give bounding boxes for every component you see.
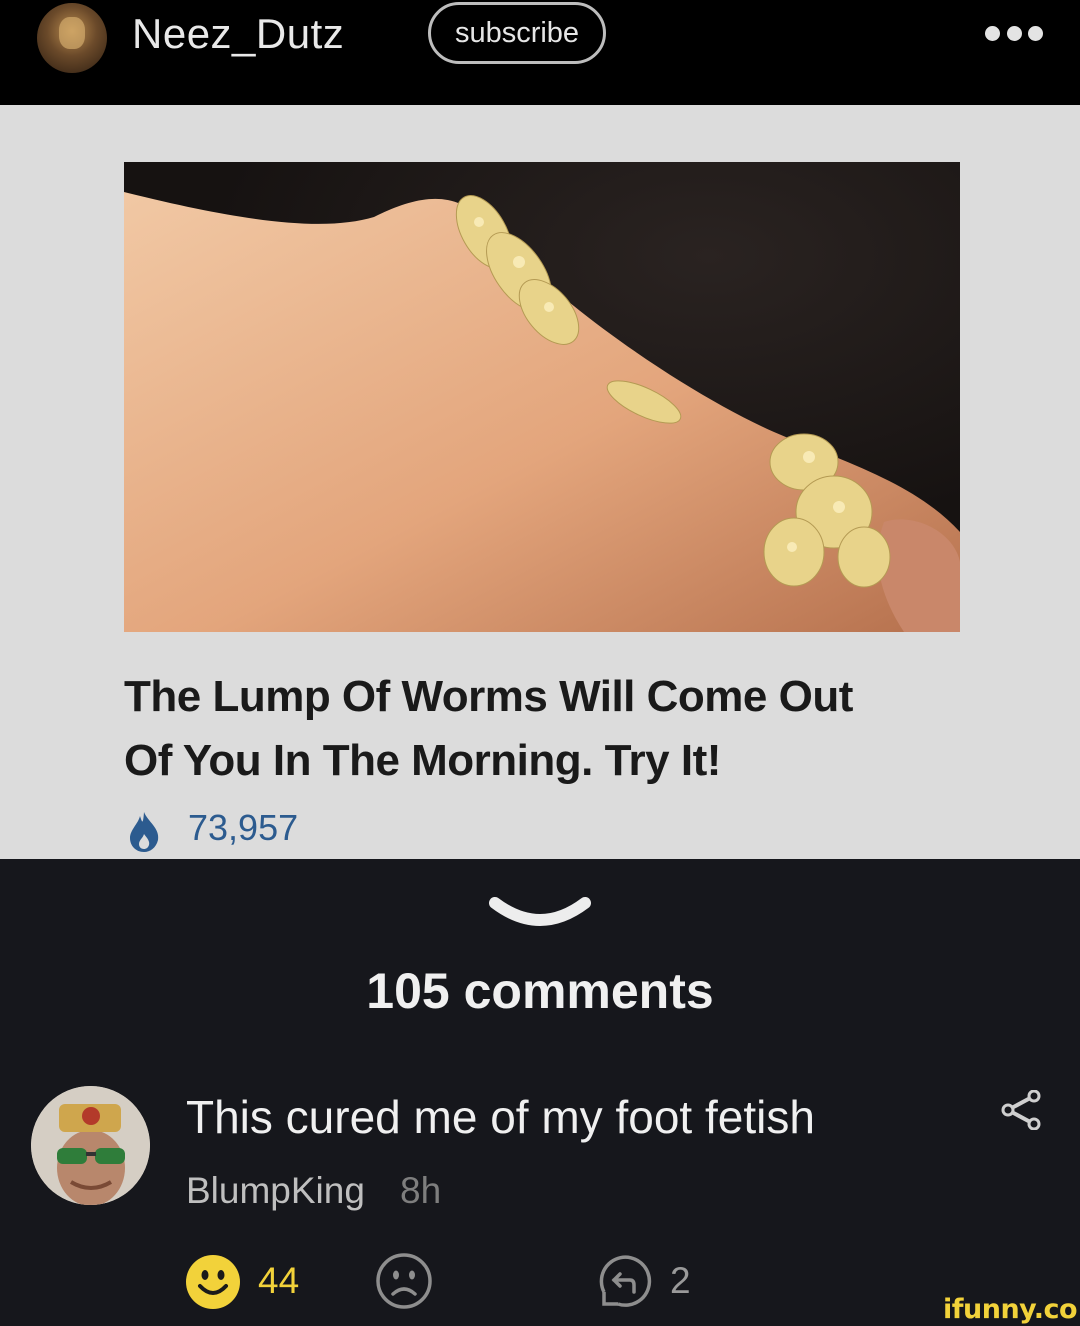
- frown-icon[interactable]: [375, 1252, 433, 1310]
- comment-text: This cured me of my foot fetish: [186, 1091, 815, 1143]
- subscribe-button[interactable]: subscribe: [428, 2, 606, 64]
- comment-author[interactable]: BlumpKing: [186, 1170, 365, 1212]
- author-avatar[interactable]: [37, 3, 107, 73]
- post-headline: The Lump Of Worms Will Come Out Of You I…: [124, 665, 984, 793]
- headline-line-2: Of You In The Morning. Try It!: [124, 736, 721, 785]
- share-icon[interactable]: [1000, 1090, 1042, 1130]
- fire-icon: [130, 812, 159, 852]
- comments-count: 105 comments: [366, 963, 714, 1019]
- commenter-avatar[interactable]: [31, 1086, 150, 1205]
- comment-time: 8h: [400, 1170, 442, 1211]
- reply-count: 2: [670, 1260, 691, 1301]
- post-content: The Lump Of Worms Will Come Out Of You I…: [0, 105, 1080, 859]
- ifunny-watermark: ifunny.co: [943, 1294, 1078, 1325]
- post-header: Neez_Dutz subscribe: [0, 0, 1080, 105]
- reply-icon[interactable]: [596, 1252, 654, 1310]
- view-count: 73,957: [188, 807, 299, 848]
- more-dots-icon[interactable]: [985, 26, 1043, 42]
- post-image: [124, 162, 960, 632]
- author-username[interactable]: Neez_Dutz: [132, 10, 344, 58]
- chevron-down-icon[interactable]: [489, 895, 591, 931]
- headline-line-1: The Lump Of Worms Will Come Out: [124, 672, 853, 721]
- smile-count: 44: [258, 1260, 300, 1301]
- smile-icon[interactable]: [185, 1254, 241, 1310]
